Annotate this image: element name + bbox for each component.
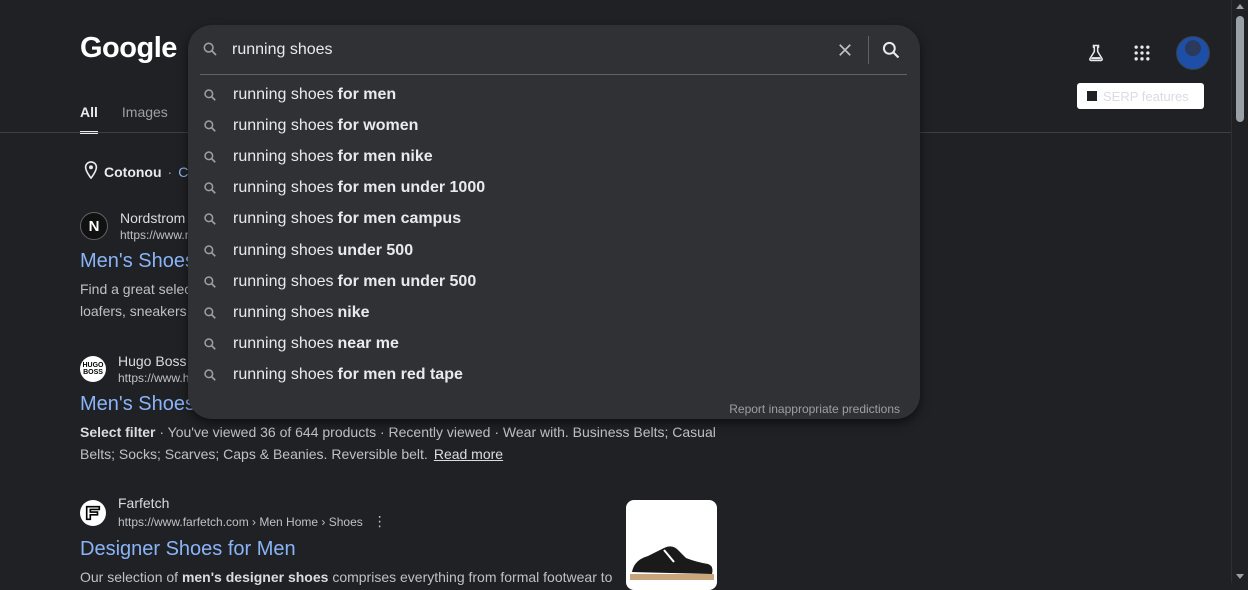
search-bar (188, 25, 920, 75)
scroll-down-icon[interactable] (1236, 574, 1244, 579)
suggestion-list: running shoes for men running shoes for wo… (188, 79, 920, 391)
search-input[interactable] (232, 39, 812, 61)
search-bar-divider (868, 36, 869, 64)
account-avatar[interactable] (1176, 36, 1210, 70)
suggestion-item[interactable]: running shoes near me (188, 329, 920, 360)
suggestion-item[interactable]: running shoes nike (188, 297, 920, 328)
location-separator: · (167, 163, 173, 180)
scroll-up-icon[interactable] (1236, 4, 1244, 9)
serp-features-button[interactable]: SERP features (1077, 83, 1204, 109)
result-snippet: Our selection of men's designer shoes co… (80, 569, 613, 585)
search-dropdown: running shoesfor men running shoesfor wo… (188, 25, 920, 419)
search-icon (203, 150, 217, 164)
search-icon (203, 212, 217, 226)
result-url: https://www.h (118, 371, 190, 385)
search-icon (203, 368, 217, 382)
search-tabs: All Images (80, 104, 168, 134)
tab-images[interactable]: Images (122, 104, 168, 134)
google-logo[interactable]: Google (80, 32, 177, 65)
serp-features-label: SERP features (1103, 88, 1189, 104)
search-submit-icon[interactable] (881, 40, 901, 65)
search-icon (203, 337, 217, 351)
report-predictions-link[interactable]: Report inappropriate predictions (729, 402, 900, 416)
flask-icon[interactable] (1084, 41, 1108, 65)
apps-grid-icon[interactable] (1130, 41, 1154, 65)
suggestion-item[interactable]: running shoes for men red tape (188, 360, 920, 391)
suggestion-item[interactable]: running shoes for women (188, 110, 920, 141)
close-icon[interactable] (836, 41, 854, 64)
header-actions (1084, 36, 1210, 70)
kebab-icon[interactable]: ⋮ (373, 513, 387, 530)
suggestion-item[interactable]: running shoes for men campus (188, 204, 920, 235)
result-source-name: Nordstrom (120, 210, 186, 226)
nordstrom-favicon: N (80, 212, 108, 240)
suggestion-item[interactable]: running shoes for men under 500 (188, 266, 920, 297)
scrollbar-thumb[interactable] (1236, 16, 1244, 122)
serp-features-icon (1087, 91, 1097, 101)
location-city: Cotonou (104, 163, 162, 180)
search-icon (203, 88, 217, 102)
search-icon (203, 244, 217, 258)
location-bar: Cotonou · Ch (84, 161, 196, 182)
result-source-name: Hugo Boss (118, 353, 187, 369)
tab-all[interactable]: All (80, 104, 98, 134)
hugo-boss-favicon: HUGO BOSS (80, 356, 106, 382)
search-icon (203, 275, 217, 289)
suggestion-item[interactable]: running shoes for men (188, 79, 920, 110)
suggestion-item[interactable]: running shoes for men under 1000 (188, 173, 920, 204)
location-pin-icon (84, 161, 98, 182)
suggestion-item[interactable]: running shoes for men nike (188, 141, 920, 172)
search-icon (203, 181, 217, 195)
search-icon (203, 306, 217, 320)
result-title-link[interactable]: Designer Shoes for Men (80, 536, 720, 562)
search-icon (203, 119, 217, 133)
result-source-name: Farfetch (118, 495, 170, 511)
suggestion-item[interactable]: running shoes under 500 (188, 235, 920, 266)
result-url: https://www.n (120, 228, 192, 242)
result-url: https://www.farfetch.com › Men Home › Sh… (118, 513, 387, 530)
dropdown-divider (200, 74, 907, 75)
result-source[interactable]: Farfetch https://www.farfetch.com › Men … (80, 495, 720, 530)
read-more-link[interactable]: Read more (434, 446, 503, 462)
search-result: Farfetch https://www.farfetch.com › Men … (80, 495, 720, 588)
search-icon (202, 41, 218, 62)
farfetch-favicon (80, 499, 106, 526)
result-snippet: Select filter · You've viewed 36 of 644 … (80, 424, 716, 462)
result-thumbnail-shoe[interactable] (626, 500, 717, 590)
